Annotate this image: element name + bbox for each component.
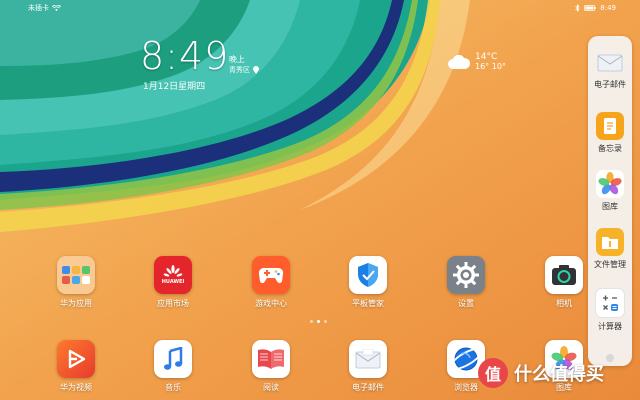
dock-label: 图库 (602, 202, 618, 211)
clock-date: 1月12日星期四 (143, 82, 206, 92)
watermark-text: 什么值得买 (514, 364, 604, 385)
app-tablet-manager[interactable]: 平板管家 (336, 256, 400, 309)
dock-calculator[interactable]: 计算器 (588, 288, 632, 332)
app-label: 设置 (458, 299, 474, 308)
envelope-icon (349, 340, 387, 378)
app-label: 华为应用 (60, 299, 92, 308)
app-label: 相机 (556, 299, 572, 308)
cloud-icon (448, 54, 471, 69)
app-camera[interactable]: 相机 (532, 256, 596, 309)
flower-icon (596, 170, 624, 198)
app-label: 阅读 (263, 383, 279, 392)
carrier-text: 未插卡 (28, 4, 49, 12)
app-label: 平板管家 (352, 299, 384, 308)
dock-label: 计算器 (598, 322, 622, 331)
page-dot[interactable] (310, 320, 313, 323)
app-huawei-video[interactable]: 华为视频 (44, 340, 108, 393)
dock-label: 备忘录 (598, 144, 622, 153)
gear-icon (447, 256, 485, 294)
dock-email[interactable]: 电子邮件 (588, 48, 632, 90)
status-bar-right: 8:49 (575, 3, 616, 13)
bluetooth-icon (575, 4, 580, 12)
app-reading[interactable]: 阅读 (239, 340, 303, 393)
clock-time[interactable]: 8:49 (140, 36, 229, 76)
camera-icon (545, 256, 583, 294)
folder-icon (57, 256, 95, 294)
dock-label: 电子邮件 (594, 80, 626, 89)
app-label: 音乐 (165, 383, 181, 392)
app-music[interactable]: 音乐 (141, 340, 205, 393)
huawei-logo-text: HUAWEI (161, 279, 185, 285)
app-settings[interactable]: 设置 (434, 256, 498, 309)
app-label: 电子邮件 (352, 383, 384, 392)
watermark-badge: 值 (478, 358, 508, 388)
app-email[interactable]: 电子邮件 (336, 340, 400, 393)
wifi-icon (52, 4, 61, 11)
notepad-icon (596, 112, 624, 140)
dock-gallery[interactable]: 图库 (588, 170, 632, 212)
app-game-center[interactable]: 游戏中心 (239, 256, 303, 309)
page-dot-current[interactable] (317, 320, 320, 323)
music-note-icon (154, 340, 192, 378)
weather-range: 16° 10° (475, 62, 506, 71)
side-dock[interactable]: 电子邮件 备忘录 图库 文件管理 计算器 (588, 36, 632, 366)
app-label: 华为视频 (60, 383, 92, 392)
dock-file-manager[interactable]: 文件管理 (588, 228, 632, 270)
status-bar-left: 未插卡 (28, 3, 61, 13)
app-label: 应用市场 (157, 299, 189, 308)
envelope-icon (596, 48, 624, 76)
watermark-logo: 值 什么值得买 (478, 358, 604, 388)
app-appgallery[interactable]: HUAWEI 应用市场 (141, 256, 205, 309)
dock-handle[interactable] (606, 354, 614, 362)
play-icon (57, 340, 95, 378)
shield-icon (349, 256, 387, 294)
weather-widget[interactable]: 14°C 16° 10° (447, 52, 506, 72)
dock-notepad[interactable]: 备忘录 (588, 112, 632, 154)
app-label: 游戏中心 (255, 299, 287, 308)
calculator-icon (595, 288, 625, 318)
folder-icon (596, 228, 624, 256)
location-text: 青秀区 (229, 66, 250, 74)
app-huawei-apps-folder[interactable]: 华为应用 (44, 256, 108, 309)
book-icon (252, 340, 290, 378)
status-time: 8:49 (600, 4, 616, 12)
clock-ampm: 晚上 (229, 55, 245, 64)
battery-icon (584, 5, 597, 11)
dock-label: 文件管理 (594, 260, 626, 269)
weather-temp: 14°C (475, 52, 498, 62)
page-dot[interactable] (324, 320, 327, 323)
page-indicator[interactable] (310, 320, 327, 323)
clock-location: 青秀区 (229, 65, 259, 75)
location-pin-icon (253, 66, 259, 74)
gamepad-icon (252, 256, 290, 294)
huawei-appgallery-icon: HUAWEI (154, 256, 192, 294)
